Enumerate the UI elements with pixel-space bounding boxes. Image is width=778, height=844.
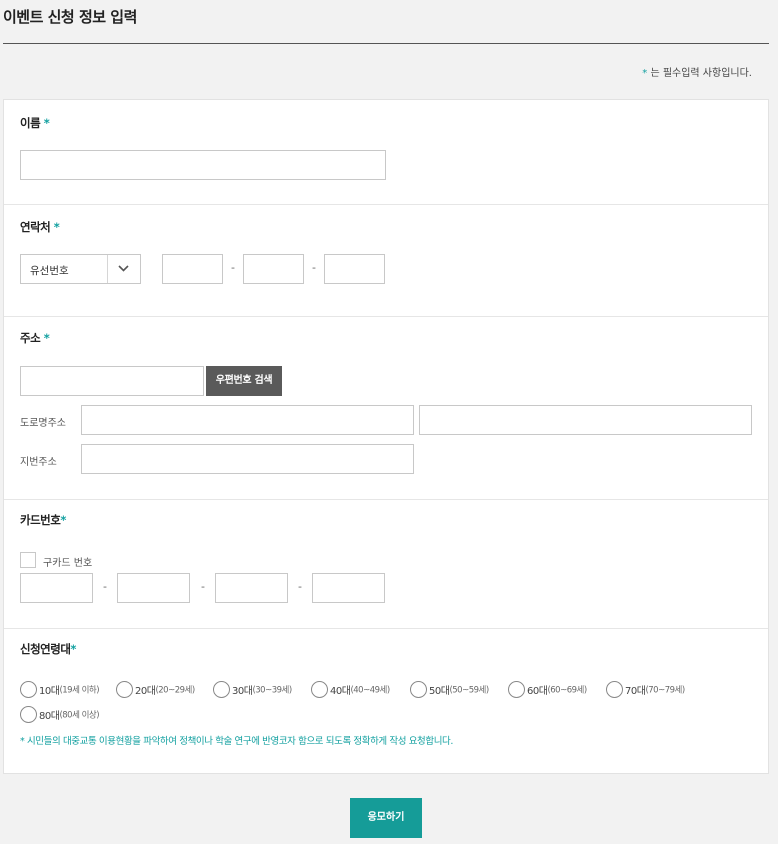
radio-circle	[410, 681, 427, 698]
phone-dash-2: -	[312, 261, 316, 274]
required-note: * 는 필수입력 사항입니다.	[642, 64, 752, 79]
required-star: *	[642, 68, 648, 79]
road-address-detail-input[interactable]	[419, 405, 752, 435]
phone-type-value: 유선번호	[30, 265, 69, 277]
age-notice: * 시민들의 대중교통 이용현황을 파악하여 정책이나 학술 연구에 반영코자 …	[20, 736, 454, 747]
card-part1-input[interactable]	[20, 573, 93, 603]
phone-dash-1: -	[231, 261, 235, 274]
card-part4-input[interactable]	[312, 573, 385, 603]
postcode-input[interactable]	[20, 366, 204, 396]
card-part2-input[interactable]	[117, 573, 190, 603]
age-radio-10s[interactable]: 10대(19세 이하)	[20, 681, 100, 699]
age-radio-40s[interactable]: 40대(40~49세)	[311, 681, 390, 699]
road-address-label: 도로명주소	[20, 418, 66, 429]
radio-circle	[20, 706, 37, 723]
card-part3-input[interactable]	[215, 573, 288, 603]
card-section: 카드번호* 구카드 번호 - - -	[4, 500, 768, 629]
name-label: 이름 *	[20, 116, 50, 130]
age-section: 신청연령대* 10대(19세 이하) 20대(20~29세) 30대(30~39…	[4, 629, 768, 773]
age-radio-30s[interactable]: 30대(30~39세)	[213, 681, 292, 699]
radio-circle	[213, 681, 230, 698]
jibun-address-label: 지번주소	[20, 457, 57, 468]
card-dash-2: -	[201, 580, 205, 593]
phone-part2-input[interactable]	[243, 254, 304, 284]
old-card-label: 구카드 번호	[43, 558, 93, 569]
radio-circle	[508, 681, 525, 698]
old-card-checkbox[interactable]	[20, 552, 36, 568]
form-card: 이름 * 연락처 * 유선번호 - - 주소 * 우편번호 검색 도로명주소 지…	[3, 99, 769, 774]
contact-label: 연락처 *	[20, 220, 60, 234]
postcode-search-button[interactable]: 우편번호 검색	[206, 366, 282, 396]
title-divider	[3, 43, 769, 44]
age-label: 신청연령대*	[20, 642, 76, 656]
radio-circle	[116, 681, 133, 698]
age-radio-20s[interactable]: 20대(20~29세)	[116, 681, 195, 699]
phone-part3-input[interactable]	[324, 254, 385, 284]
chevron-down-icon	[107, 255, 140, 283]
submit-button[interactable]: 응모하기	[350, 798, 422, 838]
name-section: 이름 *	[4, 100, 768, 205]
jibun-address-input[interactable]	[81, 444, 414, 474]
phone-part1-input[interactable]	[162, 254, 223, 284]
address-section: 주소 * 우편번호 검색 도로명주소 지번주소	[4, 317, 768, 500]
road-address-input[interactable]	[81, 405, 414, 435]
card-dash-3: -	[298, 580, 302, 593]
age-radio-70s[interactable]: 70대(70~79세)	[606, 681, 685, 699]
card-dash-1: -	[103, 580, 107, 593]
required-note-text: 는 필수입력 사항입니다.	[650, 68, 752, 79]
card-label: 카드번호*	[20, 513, 66, 527]
address-label: 주소 *	[20, 331, 50, 345]
page-title: 이벤트 신청 정보 입력	[3, 8, 137, 26]
phone-type-select[interactable]: 유선번호	[20, 254, 141, 284]
age-radio-80s[interactable]: 80대(80세 이상)	[20, 706, 100, 724]
contact-section: 연락처 * 유선번호 - -	[4, 205, 768, 317]
radio-circle	[20, 681, 37, 698]
age-radio-50s[interactable]: 50대(50~59세)	[410, 681, 489, 699]
radio-circle	[606, 681, 623, 698]
name-input[interactable]	[20, 150, 386, 180]
radio-circle	[311, 681, 328, 698]
age-radio-60s[interactable]: 60대(60~69세)	[508, 681, 587, 699]
